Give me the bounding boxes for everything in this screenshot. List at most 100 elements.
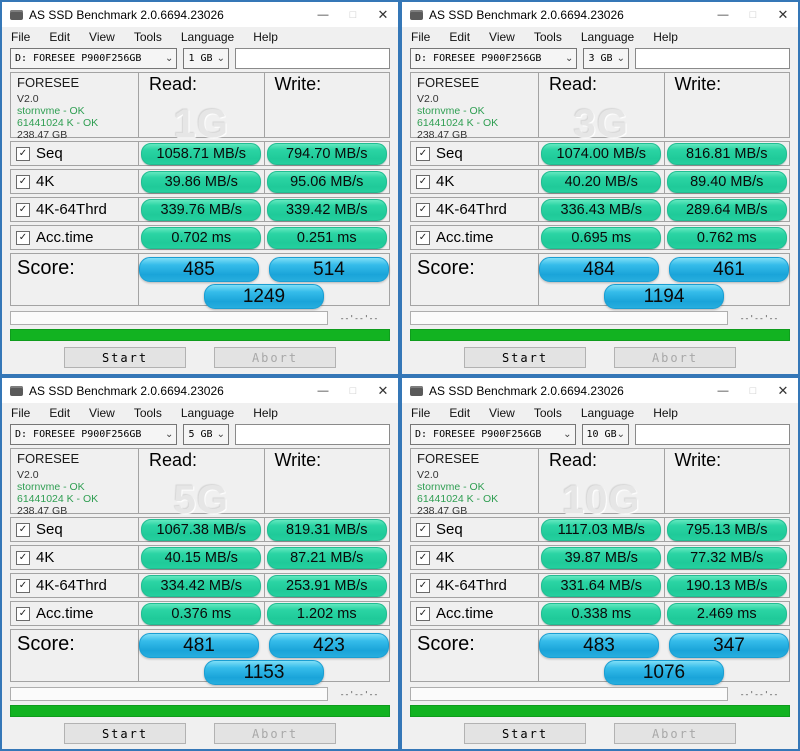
benchmark-window-5gb: AS SSD Benchmark 2.0.6694.23026 — □ ✕ Fi… [0, 376, 400, 751]
checkbox-4k[interactable]: ✓ [16, 551, 30, 565]
menu-tools[interactable]: Tools [534, 406, 562, 420]
menu-file[interactable]: File [11, 30, 30, 44]
menu-edit[interactable]: Edit [449, 30, 470, 44]
score-label: Score: [417, 633, 475, 655]
menu-view[interactable]: View [489, 406, 515, 420]
start-button[interactable]: Start [64, 723, 186, 744]
checkbox-4k-64thrd[interactable]: ✓ [16, 203, 30, 217]
start-button[interactable]: Start [464, 347, 586, 368]
4k64-read-value: 336.43 MB/s [541, 199, 661, 221]
maximize-icon[interactable]: □ [338, 2, 368, 27]
row-label: Seq [36, 521, 63, 538]
menu-edit[interactable]: Edit [449, 406, 470, 420]
result-file-input[interactable] [635, 48, 790, 69]
menu-view[interactable]: View [489, 30, 515, 44]
menu-language[interactable]: Language [581, 406, 634, 420]
close-icon[interactable]: ✕ [768, 2, 798, 27]
maximize-icon[interactable]: □ [338, 378, 368, 403]
checkbox-4k-64thrd[interactable]: ✓ [416, 579, 430, 593]
4k-write-value: 87.21 MB/s [267, 547, 387, 569]
drive-capacity: 238.47 GB [417, 505, 538, 517]
window-controls: — □ ✕ [708, 2, 798, 27]
abort-button[interactable]: Abort [614, 347, 736, 368]
checkbox-seq[interactable]: ✓ [416, 523, 430, 537]
checkbox-4k[interactable]: ✓ [416, 551, 430, 565]
minimize-icon[interactable]: — [708, 378, 738, 403]
menu-help[interactable]: Help [253, 30, 278, 44]
app-icon [410, 386, 423, 396]
menu-tools[interactable]: Tools [134, 30, 162, 44]
close-icon[interactable]: ✕ [368, 2, 398, 27]
alignment-status: 61441024 K - OK [417, 493, 538, 505]
minimize-icon[interactable]: — [708, 2, 738, 27]
maximize-icon[interactable]: □ [738, 378, 768, 403]
drive-select[interactable]: D: FORESEE P900F256GB ⌄ [10, 48, 177, 69]
title-bar[interactable]: AS SSD Benchmark 2.0.6694.23026 — □ ✕ [2, 2, 398, 27]
checkbox-seq[interactable]: ✓ [16, 147, 30, 161]
checkbox-4k-64thrd[interactable]: ✓ [16, 579, 30, 593]
maximize-icon[interactable]: □ [738, 2, 768, 27]
start-button[interactable]: Start [64, 347, 186, 368]
abort-button[interactable]: Abort [614, 723, 736, 744]
test-size-select[interactable]: 10 GB ⌄ [582, 424, 630, 445]
close-icon[interactable]: ✕ [368, 378, 398, 403]
drive-select[interactable]: D: FORESEE P900F256GB ⌄ [410, 48, 577, 69]
checkbox-acc-time[interactable]: ✓ [416, 607, 430, 621]
menu-help[interactable]: Help [653, 406, 678, 420]
menu-tools[interactable]: Tools [134, 406, 162, 420]
drive-capacity: 238.47 GB [17, 505, 138, 517]
checkbox-acc-time[interactable]: ✓ [416, 231, 430, 245]
write-header: Write: [275, 450, 390, 471]
total-score-pill: 1194 [604, 284, 724, 309]
checkbox-seq[interactable]: ✓ [416, 147, 430, 161]
progress-bar [410, 311, 728, 325]
result-file-input[interactable] [235, 424, 390, 445]
checkbox-acc-time[interactable]: ✓ [16, 231, 30, 245]
check-icon: ✓ [19, 177, 27, 187]
checkbox-4k-64thrd[interactable]: ✓ [416, 203, 430, 217]
menu-help[interactable]: Help [653, 30, 678, 44]
menu-file[interactable]: File [11, 406, 30, 420]
drive-select[interactable]: D: FORESEE P900F256GB ⌄ [10, 424, 177, 445]
drive-select-value: D: FORESEE P900F256GB [15, 53, 165, 64]
menu-language[interactable]: Language [181, 406, 234, 420]
title-bar[interactable]: AS SSD Benchmark 2.0.6694.23026 — □ ✕ [402, 2, 798, 27]
menu-file[interactable]: File [411, 30, 430, 44]
test-size-select[interactable]: 1 GB ⌄ [183, 48, 229, 69]
test-size-select[interactable]: 3 GB ⌄ [583, 48, 629, 69]
test-size-select[interactable]: 5 GB ⌄ [183, 424, 229, 445]
title-bar[interactable]: AS SSD Benchmark 2.0.6694.23026 — □ ✕ [2, 378, 398, 403]
result-file-input[interactable] [235, 48, 390, 69]
menu-tools[interactable]: Tools [534, 30, 562, 44]
check-icon: ✓ [419, 525, 427, 535]
menu-edit[interactable]: Edit [49, 406, 70, 420]
menu-edit[interactable]: Edit [49, 30, 70, 44]
start-button[interactable]: Start [464, 723, 586, 744]
table-row: ✓ 4K 40.15 MB/s 87.21 MB/s [10, 545, 390, 570]
checkbox-4k[interactable]: ✓ [416, 175, 430, 189]
row-label: Acc.time [436, 229, 494, 246]
title-bar[interactable]: AS SSD Benchmark 2.0.6694.23026 — □ ✕ [402, 378, 798, 403]
drive-select[interactable]: D: FORESEE P900F256GB ⌄ [410, 424, 576, 445]
menu-view[interactable]: View [89, 30, 115, 44]
abort-button[interactable]: Abort [214, 347, 336, 368]
menu-file[interactable]: File [411, 406, 430, 420]
checkbox-seq[interactable]: ✓ [16, 523, 30, 537]
checkbox-acc-time[interactable]: ✓ [16, 607, 30, 621]
row-label: Seq [36, 145, 63, 162]
result-file-input[interactable] [635, 424, 790, 445]
menu-language[interactable]: Language [581, 30, 634, 44]
row-label: 4K [36, 549, 54, 566]
minimize-icon[interactable]: — [308, 378, 338, 403]
checkbox-4k[interactable]: ✓ [16, 175, 30, 189]
total-score-pill: 1076 [604, 660, 724, 685]
menu-help[interactable]: Help [253, 406, 278, 420]
minimize-icon[interactable]: — [308, 2, 338, 27]
close-icon[interactable]: ✕ [768, 378, 798, 403]
abort-button[interactable]: Abort [214, 723, 336, 744]
drive-select-value: D: FORESEE P900F256GB [415, 429, 563, 440]
check-icon: ✓ [419, 177, 427, 187]
alignment-status: 61441024 K - OK [17, 117, 138, 129]
menu-view[interactable]: View [89, 406, 115, 420]
menu-language[interactable]: Language [181, 30, 234, 44]
